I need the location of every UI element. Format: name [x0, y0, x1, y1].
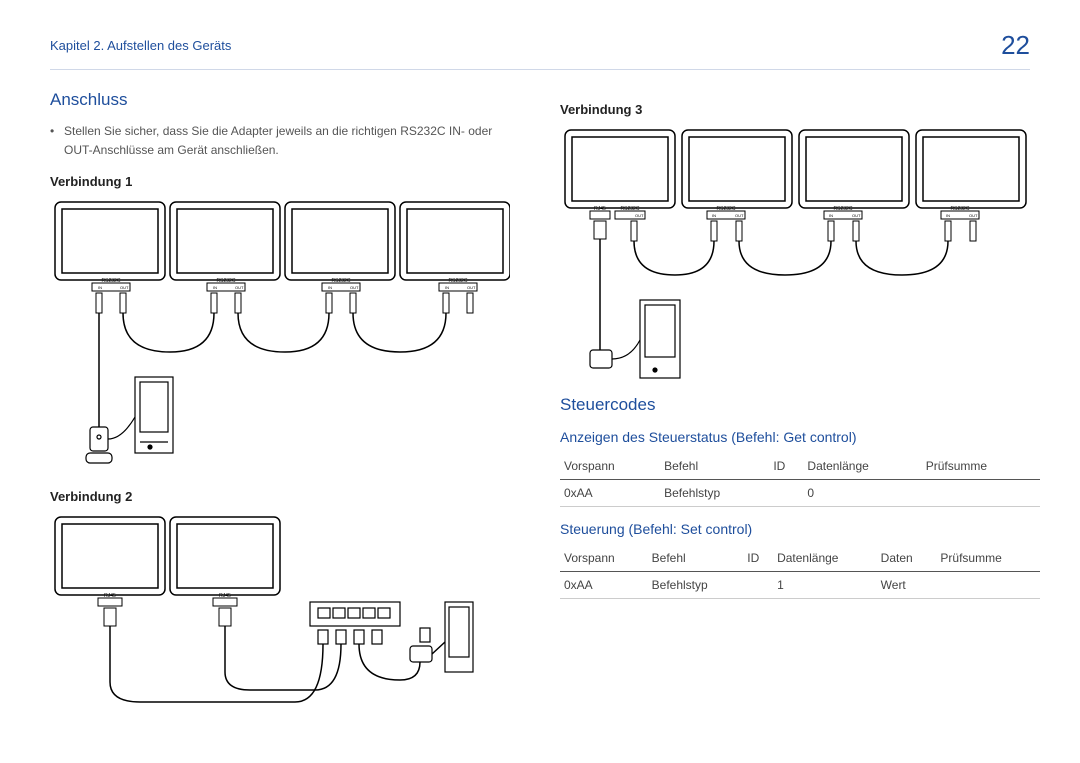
section-steuercodes: Steuercodes	[560, 395, 1040, 415]
left-column: Anschluss Stellen Sie sicher, dass Sie d…	[50, 90, 510, 712]
diagram-verbindung3: RJ45 RS232C RS232C RS232C RS232C OUT IN OUT IN O…	[560, 125, 1040, 395]
svg-text:RS232C: RS232C	[621, 206, 640, 212]
svg-text:IN: IN	[213, 285, 217, 290]
svg-text:RS232C: RS232C	[449, 278, 468, 284]
chapter-label: Kapitel 2. Aufstellen des Geräts	[50, 38, 231, 53]
svg-text:IN: IN	[445, 285, 449, 290]
heading-verbindung3: Verbindung 3	[560, 102, 1040, 117]
diagram-verbindung1: RS232C RS232C RS232C RS232C IN OUT IN OUT IN OUT…	[50, 197, 510, 477]
svg-text:RJ45: RJ45	[219, 593, 231, 599]
svg-text:RJ45: RJ45	[104, 593, 116, 599]
svg-text:OUT: OUT	[635, 213, 644, 218]
heading-verbindung1: Verbindung 1	[50, 174, 510, 189]
svg-text:RS232C: RS232C	[834, 206, 853, 212]
svg-text:IN: IN	[946, 213, 950, 218]
heading-verbindung2: Verbindung 2	[50, 489, 510, 504]
heading-getcontrol: Anzeigen des Steuerstatus (Befehl: Get c…	[560, 429, 1040, 445]
svg-text:OUT: OUT	[235, 285, 244, 290]
svg-text:OUT: OUT	[467, 285, 476, 290]
table-getcontrol: VorspannBefehlIDDatenlängePrüfsumme 0xAA…	[560, 453, 1040, 507]
table-setcontrol: VorspannBefehlIDDatenlängeDatenPrüfsumme…	[560, 545, 1040, 599]
svg-text:IN: IN	[328, 285, 332, 290]
svg-text:IN: IN	[98, 285, 102, 290]
diagram-verbindung2: RJ45 RJ45	[50, 512, 510, 712]
right-column: Verbindung 3 RJ45 RS232C RS232C RS232C RS232…	[560, 90, 1040, 712]
svg-text:RS232C: RS232C	[102, 278, 121, 284]
svg-text:OUT: OUT	[350, 285, 359, 290]
svg-text:IN: IN	[712, 213, 716, 218]
svg-text:OUT: OUT	[120, 285, 129, 290]
heading-setcontrol: Steuerung (Befehl: Set control)	[560, 521, 1040, 537]
page-number: 22	[1001, 30, 1030, 61]
note-text: Stellen Sie sicher, dass Sie die Adapter…	[50, 122, 510, 160]
svg-text:OUT: OUT	[735, 213, 744, 218]
svg-text:OUT: OUT	[969, 213, 978, 218]
svg-text:OUT: OUT	[852, 213, 861, 218]
svg-text:IN: IN	[829, 213, 833, 218]
section-anschluss: Anschluss	[50, 90, 510, 110]
svg-text:RJ45: RJ45	[594, 206, 606, 212]
svg-text:RS232C: RS232C	[217, 278, 236, 284]
svg-text:RS232C: RS232C	[951, 206, 970, 212]
svg-text:RS232C: RS232C	[332, 278, 351, 284]
svg-text:RS232C: RS232C	[717, 206, 736, 212]
